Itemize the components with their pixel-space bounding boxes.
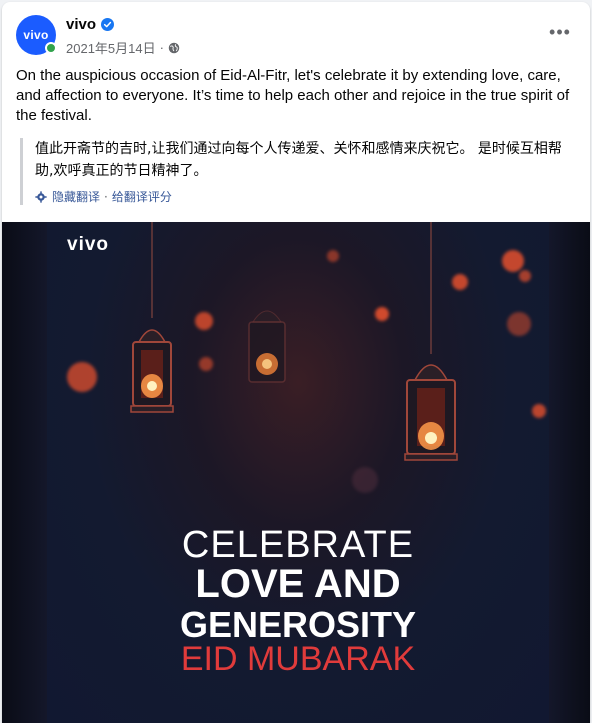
bokeh-light bbox=[532, 404, 546, 418]
image-side-right bbox=[549, 222, 590, 723]
bokeh-light bbox=[375, 307, 389, 321]
bokeh-light bbox=[519, 270, 531, 282]
lantern-icon bbox=[130, 222, 174, 413]
post-date[interactable]: 2021年5月14日 bbox=[66, 38, 156, 57]
bokeh-light bbox=[195, 312, 213, 330]
rate-translation-link[interactable]: 给翻译评分 bbox=[112, 188, 172, 205]
bokeh-light bbox=[352, 467, 378, 493]
vivo-logo: vivo bbox=[67, 234, 110, 255]
bokeh-light bbox=[67, 362, 97, 392]
translation-block: 值此开斋节的吉时,让我们通过向每个人传递爱、关怀和感情来庆祝它。 是时候互相帮助… bbox=[20, 138, 576, 205]
globe-icon bbox=[168, 42, 180, 53]
hide-translation-link[interactable]: 隐藏翻译 bbox=[52, 188, 100, 205]
author-row: vivo bbox=[66, 16, 115, 33]
eid-poster: vivo CELEBRATE LOVE AND GENEROSITY EID M… bbox=[47, 222, 549, 723]
image-side-left bbox=[2, 222, 47, 723]
meta-separator: · bbox=[159, 40, 164, 55]
post-text: On the auspicious occasion of Eid-Al-Fit… bbox=[16, 67, 570, 124]
post-image[interactable]: vivo CELEBRATE LOVE AND GENEROSITY EID M… bbox=[2, 222, 590, 723]
more-options-icon[interactable]: ••• bbox=[542, 20, 578, 44]
post-meta: 2021年5月14日 · bbox=[66, 38, 180, 57]
poster-line-eid-mubarak: EID MUBARAK bbox=[180, 640, 416, 678]
translation-tools: 隐藏翻译 · 给翻译评分 bbox=[35, 188, 576, 205]
bokeh-light bbox=[502, 250, 524, 272]
gear-icon[interactable] bbox=[35, 190, 47, 203]
poster-line-celebrate: CELEBRATE bbox=[181, 524, 415, 566]
lantern-icon bbox=[248, 310, 286, 383]
avatar-text: vivo bbox=[23, 28, 49, 42]
bokeh-light bbox=[199, 357, 213, 371]
bokeh-light bbox=[507, 312, 531, 336]
post-header: vivo vivo 2021年5月14日 · ••• bbox=[2, 2, 590, 64]
page-name[interactable]: vivo bbox=[66, 16, 96, 33]
verified-badge-icon bbox=[101, 18, 115, 31]
translation-separator: · bbox=[104, 189, 108, 204]
translation-text: 值此开斋节的吉时,让我们通过向每个人传递爱、关怀和感情来庆祝它。 是时候互相帮助… bbox=[35, 141, 562, 179]
online-status-dot bbox=[45, 42, 57, 54]
post-card: vivo vivo 2021年5月14日 · ••• On the auspic… bbox=[2, 2, 590, 723]
lantern-icon bbox=[404, 222, 458, 461]
poster-line-love: LOVE AND bbox=[195, 562, 401, 606]
bokeh-light bbox=[327, 250, 339, 262]
